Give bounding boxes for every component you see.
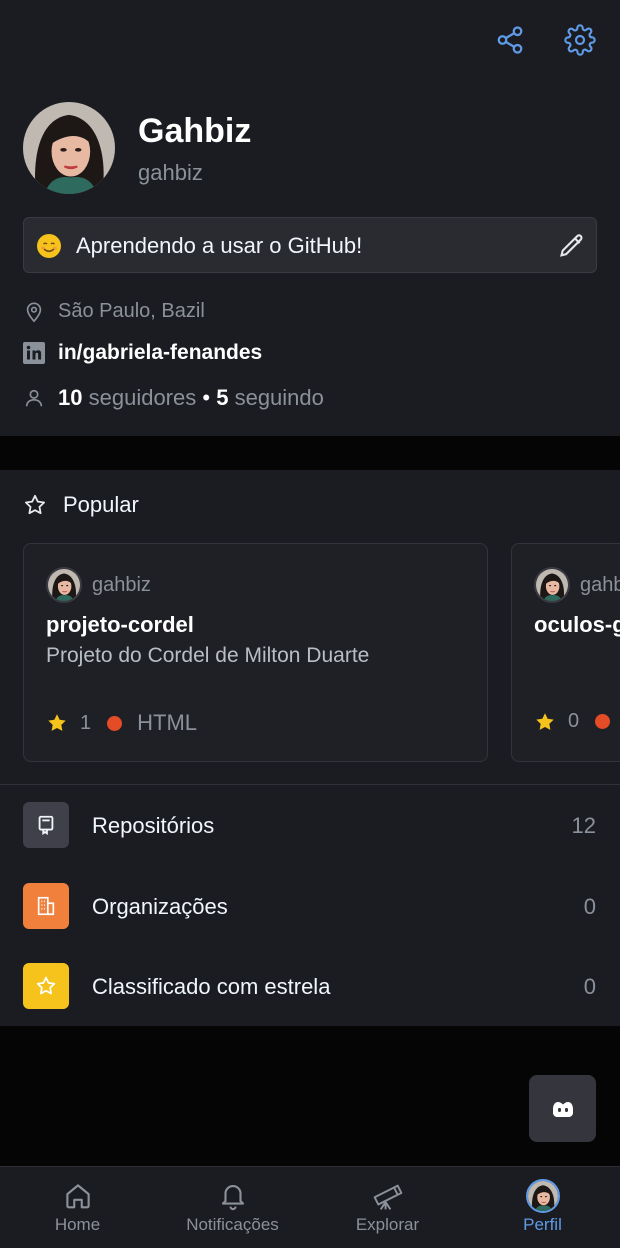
- separator: •: [202, 385, 211, 410]
- star-outline-icon: [23, 493, 47, 522]
- tab-home[interactable]: Home: [0, 1167, 155, 1248]
- tab-home-label: Home: [54, 1215, 101, 1234]
- card-owner: gahbiz: [46, 567, 151, 603]
- organizations-count: 0: [583, 894, 596, 919]
- followers-count: 10: [58, 385, 83, 410]
- location-row: São Paulo, Bazil: [23, 300, 205, 323]
- tab-notifications[interactable]: Notificações: [155, 1167, 310, 1248]
- location-text: São Paulo, Bazil: [58, 300, 205, 322]
- repo-card[interactable]: gahbiz projeto-cordel Projeto do Cordel …: [23, 543, 488, 762]
- person-icon: [23, 387, 45, 409]
- star-filled-icon: [48, 714, 66, 731]
- tab-profile-label: Perfil: [523, 1215, 562, 1234]
- divider: [0, 784, 620, 785]
- owner-name: gahbiz: [92, 573, 151, 596]
- repo-card[interactable]: gahbiz oculos-g 0: [511, 543, 620, 762]
- copilot-icon: [552, 1101, 573, 1117]
- starred-count: 0: [583, 974, 596, 999]
- status-text: Aprendendo a usar o GitHub!: [76, 233, 363, 258]
- home-icon: [63, 1180, 93, 1212]
- smiling-face-icon: [36, 233, 62, 259]
- repo-icon: [23, 802, 69, 848]
- linkedin-icon: [23, 342, 45, 364]
- avatar[interactable]: [23, 102, 115, 194]
- repo-meta: 0: [534, 710, 611, 733]
- star-count: 0: [568, 710, 580, 732]
- star-icon: [23, 963, 69, 1009]
- tab-profile-icon-wrap: [525, 1179, 560, 1213]
- popular-title: Popular: [63, 492, 139, 517]
- card-owner: gahbiz: [534, 567, 620, 603]
- tab-explore-label: Explorar: [355, 1215, 420, 1234]
- repo-name: oculos-g: [534, 612, 620, 637]
- language-dot: [595, 714, 611, 729]
- pencil-icon[interactable]: [558, 232, 586, 260]
- status-box[interactable]: Aprendendo a usar o GitHub!: [23, 217, 597, 273]
- share-icon[interactable]: [490, 20, 530, 60]
- tab-notifications-label: Notificações: [186, 1215, 279, 1234]
- followers-row[interactable]: 10 seguidores • 5 seguindo: [23, 385, 324, 411]
- repo-meta: 1 HTML: [46, 710, 197, 736]
- telescope-icon: [371, 1180, 405, 1212]
- linkedin-row[interactable]: in/gabriela-fenandes: [23, 341, 262, 365]
- username: gahbiz: [138, 160, 203, 185]
- repo-name: projeto-cordel: [46, 612, 194, 637]
- owner-avatar: [534, 567, 570, 603]
- organization-icon: [23, 883, 69, 929]
- display-name: Gahbiz: [138, 112, 252, 150]
- language-dot: [107, 715, 123, 731]
- linkedin-link[interactable]: in/gabriela-fenandes: [58, 341, 262, 365]
- profile-section: Gahbiz gahbiz Aprendendo a usar o GitHub…: [0, 0, 620, 436]
- owner-name: gahbiz: [580, 573, 620, 596]
- organizations-item[interactable]: Organizações 0: [0, 867, 620, 947]
- starred-item[interactable]: Classificado com estrela 0: [0, 947, 620, 1026]
- bell-icon: [218, 1180, 248, 1212]
- following-label[interactable]: seguindo: [235, 385, 324, 410]
- language-name: HTML: [137, 710, 198, 735]
- location-pin-icon: [23, 301, 45, 323]
- repositories-item[interactable]: Repositórios 12: [0, 786, 620, 866]
- followers-label[interactable]: seguidores: [89, 385, 197, 410]
- following-count: 5: [216, 385, 229, 410]
- owner-avatar: [46, 567, 82, 603]
- organizations-label: Organizações: [92, 894, 228, 919]
- tab-explore[interactable]: Explorar: [310, 1167, 465, 1248]
- gear-icon[interactable]: [560, 20, 600, 60]
- repo-description: Projeto do Cordel de Milton Duarte: [46, 644, 370, 667]
- tab-bar: Home Notificações Explorar Perfil: [0, 1166, 620, 1248]
- star-count: 1: [80, 711, 92, 734]
- repositories-count: 12: [571, 813, 596, 838]
- star-filled-icon: [536, 712, 554, 730]
- avatar: [525, 1179, 560, 1213]
- starred-label: Classificado com estrela: [92, 974, 331, 999]
- copilot-button[interactable]: [529, 1075, 596, 1142]
- popular-section: Popular gahbiz projeto-cordel Projeto do…: [0, 470, 620, 1026]
- repositories-label: Repositórios: [92, 813, 215, 838]
- tab-profile[interactable]: Perfil: [465, 1167, 620, 1248]
